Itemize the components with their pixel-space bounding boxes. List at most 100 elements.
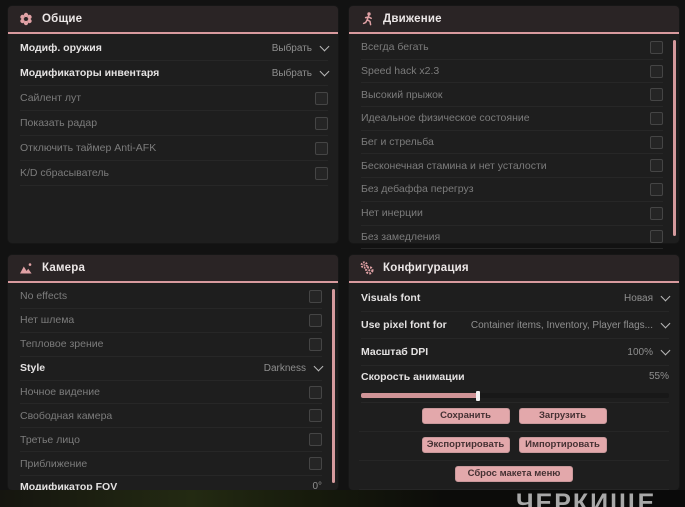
animation-speed-slider[interactable]	[361, 390, 669, 401]
panel-general: Общие Модиф. оружия Выбрать Модификаторы и…	[8, 6, 338, 243]
visuals-font-dropdown[interactable]: Новая	[624, 291, 671, 304]
load-button[interactable]: Загрузить	[518, 408, 607, 424]
style-value: Darkness	[263, 362, 306, 374]
movement-scrollbar[interactable]	[673, 40, 676, 236]
perfect-physical-condition-checkbox[interactable]	[650, 111, 663, 125]
no-inertia-checkbox[interactable]	[650, 206, 663, 220]
row-kd-resetter: K/D сбрасыватель	[20, 161, 328, 186]
show-radar-checkbox[interactable]	[315, 116, 328, 130]
chevron-down-icon	[660, 291, 671, 302]
chevron-down-icon	[660, 318, 671, 329]
run-and-shoot-checkbox[interactable]	[650, 135, 663, 149]
infinite-stamina-checkbox[interactable]	[650, 159, 663, 173]
use-pixel-font-for-value: Container items, Inventory, Player flags…	[470, 319, 653, 331]
night-vision-label: Ночное видение	[20, 386, 100, 398]
disable-anti-afk-timer-checkbox[interactable]	[315, 141, 328, 155]
speed-hack-checkbox[interactable]	[650, 64, 663, 78]
row-animation-speed: Скорость анимации 55%	[361, 366, 669, 403]
show-radar-label: Показать радар	[20, 117, 98, 129]
no-helmet-label: Нет шлема	[20, 314, 75, 327]
thermal-vision-label: Тепловое зрение	[20, 338, 104, 351]
visuals-font-label: Visuals font	[361, 292, 421, 304]
weapon-mod-dropdown[interactable]: Выбрать	[272, 41, 330, 54]
panel-config-rows: Visuals font Новая Use pixel font for Conta…	[349, 283, 679, 403]
flower-gear-icon	[19, 12, 33, 26]
gears-icon	[360, 261, 374, 275]
inventory-modifiers-label: Модификаторы инвентаря	[20, 67, 160, 79]
row-run-and-shoot: Бег и стрельба	[361, 131, 663, 155]
panel-movement: Движение Всегда бегать Speed hack x2.3 Выс…	[349, 6, 679, 250]
panel-config: Конфигурация Visuals font Новая Use pixel …	[349, 255, 679, 490]
style-dropdown[interactable]: Darkness	[263, 361, 324, 374]
use-pixel-font-for-label: Use pixel font for	[361, 319, 447, 331]
config-button-row-3: Сброс макета меню	[359, 461, 669, 490]
third-person-label: Третье лицо	[20, 433, 80, 446]
kd-resetter-label: K/D сбрасыватель	[20, 167, 110, 179]
config-button-row-2: Экспортировать Импортировать	[359, 432, 669, 461]
reset-menu-layout-button[interactable]: Сброс макета меню	[455, 466, 573, 482]
perfect-physical-condition-label: Идеальное физическое состояние	[361, 112, 530, 125]
export-button[interactable]: Экспортировать	[421, 437, 510, 453]
row-visuals-font: Visuals font Новая	[361, 285, 671, 312]
silent-loot-checkbox[interactable]	[315, 91, 328, 105]
config-buttons: Сохранить Загрузить Экспортировать Импор…	[349, 403, 679, 490]
infinite-stamina-label: Бесконечная стамина и нет усталости	[361, 159, 547, 172]
row-night-vision: Ночное видение	[20, 381, 322, 405]
disable-anti-afk-timer-label: Отключить таймер Anti-AFK	[20, 142, 157, 154]
panel-movement-header: Движение	[349, 6, 679, 34]
high-jump-checkbox[interactable]	[650, 88, 663, 102]
import-button[interactable]: Импортировать	[518, 437, 607, 453]
thermal-vision-checkbox[interactable]	[309, 337, 322, 351]
save-button[interactable]: Сохранить	[421, 408, 510, 424]
row-always-run: Всегда бегать	[361, 36, 663, 60]
no-overload-debuff-label: Без дебаффа перегруз	[361, 183, 474, 196]
inventory-modifiers-value: Выбрать	[271, 67, 312, 79]
style-label: Style	[20, 362, 46, 375]
row-free-camera: Свободная камера	[20, 404, 322, 429]
free-camera-checkbox[interactable]	[309, 409, 322, 423]
third-person-checkbox[interactable]	[309, 433, 322, 447]
silent-loot-label: Сайлент лут	[20, 92, 82, 104]
chevron-down-icon	[313, 361, 324, 372]
row-thermal-vision: Тепловое зрение	[20, 333, 322, 357]
use-pixel-font-for-dropdown[interactable]: Container items, Inventory, Player flags…	[470, 318, 671, 331]
row-speed-hack: Speed hack x2.3	[361, 60, 663, 84]
no-overload-debuff-checkbox[interactable]	[650, 182, 663, 196]
row-weapon-mod: Модиф. оружия Выбрать	[20, 36, 330, 61]
config-button-row-1: Сохранить Загрузить	[359, 403, 669, 432]
row-zoom: Приближение	[20, 452, 322, 477]
run-and-shoot-label: Бег и стрельба	[361, 136, 434, 149]
animation-speed-slider-handle[interactable]	[476, 390, 481, 401]
animation-speed-label: Скорость анимации	[361, 371, 465, 383]
dpi-scale-dropdown[interactable]: 100%	[627, 345, 671, 358]
no-inertia-label: Нет инерции	[361, 207, 423, 220]
no-helmet-checkbox[interactable]	[309, 313, 322, 327]
panel-general-rows: Модиф. оружия Выбрать Модификаторы инвента…	[8, 34, 338, 186]
row-no-overload-debuff: Без дебаффа перегруз	[361, 178, 663, 202]
image-icon	[19, 261, 33, 275]
inventory-modifiers-dropdown[interactable]: Выбрать	[271, 66, 330, 79]
animation-speed-value: 55%	[648, 371, 669, 382]
no-slowdown-checkbox[interactable]	[650, 230, 663, 244]
panel-camera-title: Камера	[42, 262, 86, 274]
row-third-person: Третье лицо	[20, 428, 322, 453]
panel-general-header: Общие	[8, 6, 338, 34]
panel-camera-rows: No effects Нет шлема Тепловое зрение Style D…	[8, 283, 338, 506]
row-inventory-modifiers: Модификаторы инвентаря Выбрать	[20, 61, 330, 86]
panel-camera: Камера No effects Нет шлема Тепловое зрени…	[8, 255, 338, 506]
zoom-label: Приближение	[20, 457, 88, 470]
camera-scrollbar[interactable]	[332, 289, 335, 483]
visuals-font-value: Новая	[624, 292, 653, 304]
always-run-checkbox[interactable]	[650, 40, 663, 54]
no-effects-checkbox[interactable]	[309, 289, 322, 303]
free-camera-label: Свободная камера	[20, 409, 113, 422]
row-high-jump: Высокий прыжок	[361, 83, 663, 108]
kd-resetter-checkbox[interactable]	[315, 166, 328, 180]
panel-config-title: Конфигурация	[383, 262, 469, 274]
no-effects-label: No effects	[20, 290, 68, 303]
dpi-scale-label: Масштаб DPI	[361, 346, 429, 358]
zoom-checkbox[interactable]	[309, 457, 322, 471]
row-disable-anti-afk-timer: Отключить таймер Anti-AFK	[20, 136, 328, 161]
no-slowdown-label: Без замедления	[361, 230, 441, 243]
night-vision-checkbox[interactable]	[309, 385, 322, 399]
